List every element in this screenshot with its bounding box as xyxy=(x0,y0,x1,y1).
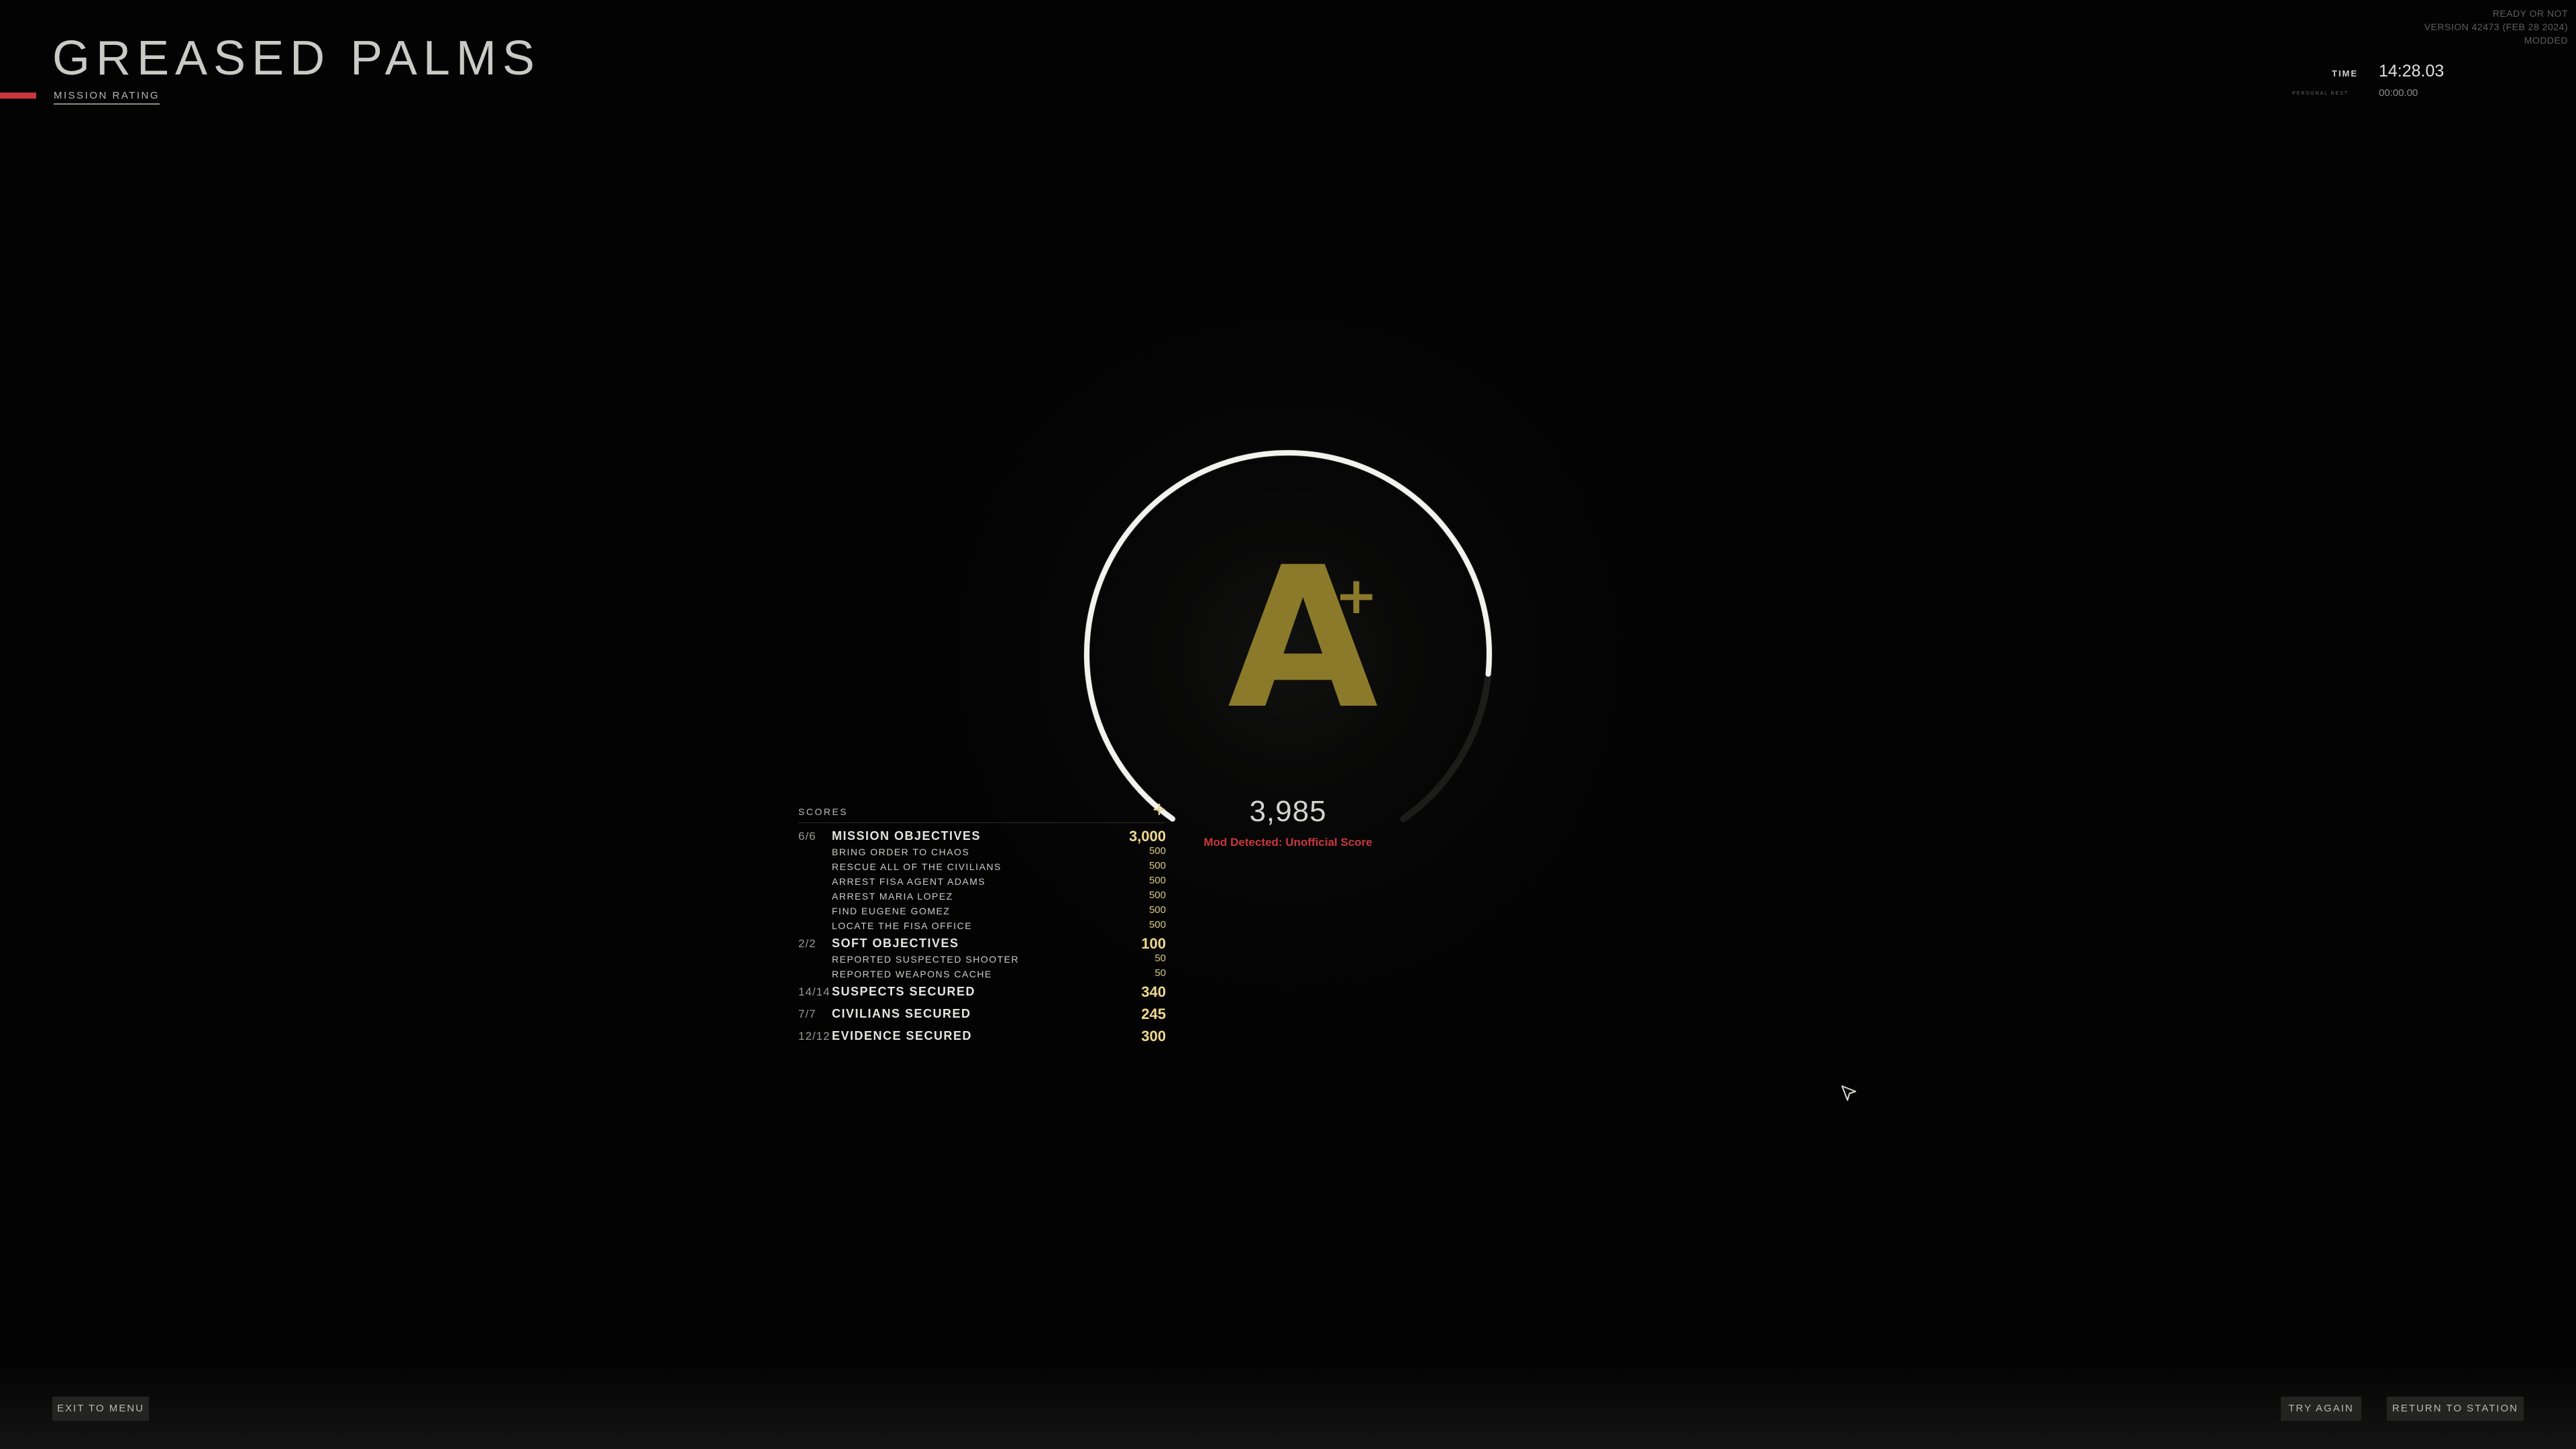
build-info: READY OR NOT VERSION 42473 (FEB 28 2024)… xyxy=(2424,7,2568,47)
mission-title: GREASED PALMS xyxy=(52,32,541,85)
mission-rating-tab[interactable]: MISSION RATING xyxy=(54,90,160,105)
score-category-total: 300 xyxy=(1141,1028,1166,1044)
score-item-label: REPORTED WEAPONS CACHE xyxy=(832,969,992,979)
score-item-row: BRING ORDER TO CHAOS 500 xyxy=(798,844,1166,859)
scores-header: SCORES + xyxy=(798,798,1166,823)
score-item-value: 500 xyxy=(1148,919,1166,930)
score-category-count: 7/7 xyxy=(798,1008,816,1020)
score-category-row: 6/6 MISSION OBJECTIVES 3,000 xyxy=(798,826,1166,845)
grade-modifier: + xyxy=(1335,566,1378,625)
score-category-total: 340 xyxy=(1141,983,1166,1000)
score-category-label: EVIDENCE SECURED xyxy=(832,1029,973,1042)
score-item-label: FIND EUGENE GOMEZ xyxy=(832,906,951,916)
grade-letter: A xyxy=(1228,526,1379,752)
score-item-label: ARREST FISA AGENT ADAMS xyxy=(832,876,986,887)
score-category-row: 12/12 EVIDENCE SECURED 300 xyxy=(798,1026,1166,1045)
score-category-total: 100 xyxy=(1141,935,1166,952)
score-item-label: REPORTED SUSPECTED SHOOTER xyxy=(832,954,1020,965)
exit-to-menu-button[interactable]: EXIT TO MENU xyxy=(52,1397,149,1421)
score-item-row: FIND EUGENE GOMEZ 500 xyxy=(798,903,1166,918)
score-item-value: 500 xyxy=(1148,904,1166,916)
score-item-value: 500 xyxy=(1148,860,1166,871)
score-item-label: ARREST MARIA LOPEZ xyxy=(832,891,953,902)
game-name: READY OR NOT xyxy=(2492,8,2568,19)
scores-title: SCORES xyxy=(798,806,849,817)
score-category-total: 3,000 xyxy=(1128,828,1166,845)
score-category-total: 245 xyxy=(1141,1006,1166,1022)
score-item-value: 50 xyxy=(1155,953,1166,964)
score-item-row: REPORTED SUSPECTED SHOOTER 50 xyxy=(798,951,1166,966)
score-category-count: 14/14 xyxy=(798,985,830,998)
plus-icon[interactable]: + xyxy=(1152,798,1166,821)
personal-best-label: PERSONAL BEST xyxy=(2292,91,2349,96)
total-score: 3,985 xyxy=(1249,795,1327,828)
score-category-count: 12/12 xyxy=(798,1030,830,1042)
score-category-count: 6/6 xyxy=(798,830,816,843)
score-category-row: 2/2 SOFT OBJECTIVES 100 xyxy=(798,934,1166,953)
mission-rating-screen: GREASED PALMS MISSION RATING READY OR NO… xyxy=(0,0,2576,1449)
score-item-label: RESCUE ALL OF THE CIVILIANS xyxy=(832,861,1002,872)
score-item-value: 500 xyxy=(1148,875,1166,886)
score-item-row: LOCATE THE FISA OFFICE 500 xyxy=(798,918,1166,932)
score-category-count: 2/2 xyxy=(798,937,816,950)
score-category-label: SOFT OBJECTIVES xyxy=(832,936,959,950)
time-label: TIME xyxy=(2332,68,2359,78)
score-item-row: REPORTED WEAPONS CACHE 50 xyxy=(798,966,1166,981)
score-category-label: MISSION OBJECTIVES xyxy=(832,829,981,843)
score-item-value: 50 xyxy=(1155,967,1166,979)
score-item-row: RESCUE ALL OF THE CIVILIANS 500 xyxy=(798,859,1166,873)
return-to-station-button[interactable]: RETURN TO STATION xyxy=(2387,1397,2524,1421)
score-item-value: 500 xyxy=(1148,890,1166,901)
score-category-label: SUSPECTS SECURED xyxy=(832,985,976,998)
score-item-value: 500 xyxy=(1148,845,1166,857)
time-value: 14:28.03 xyxy=(2379,62,2445,80)
score-item-label: BRING ORDER TO CHAOS xyxy=(832,847,970,857)
score-item-row: ARREST MARIA LOPEZ 500 xyxy=(798,888,1166,903)
title-accent-bar xyxy=(0,93,36,99)
score-item-row: ARREST FISA AGENT ADAMS 500 xyxy=(798,873,1166,888)
score-category-row: 14/14 SUSPECTS SECURED 340 xyxy=(798,982,1166,1001)
bottom-gradient xyxy=(0,1362,2576,1449)
personal-best-value: 00:00.00 xyxy=(2379,87,2418,99)
try-again-button[interactable]: TRY AGAIN xyxy=(2281,1397,2361,1421)
mod-warning: Mod Detected: Unofficial Score xyxy=(1203,836,1373,849)
score-category-row: 7/7 CIVILIANS SECURED 245 xyxy=(798,1004,1166,1023)
score-item-label: LOCATE THE FISA OFFICE xyxy=(832,920,973,931)
game-version: VERSION 42473 (FEB 28 2024) xyxy=(2424,21,2568,32)
score-category-label: CIVILIANS SECURED xyxy=(832,1007,971,1020)
mouse-cursor-icon xyxy=(1841,1085,1856,1101)
modded-status: MODDED xyxy=(2524,35,2568,46)
